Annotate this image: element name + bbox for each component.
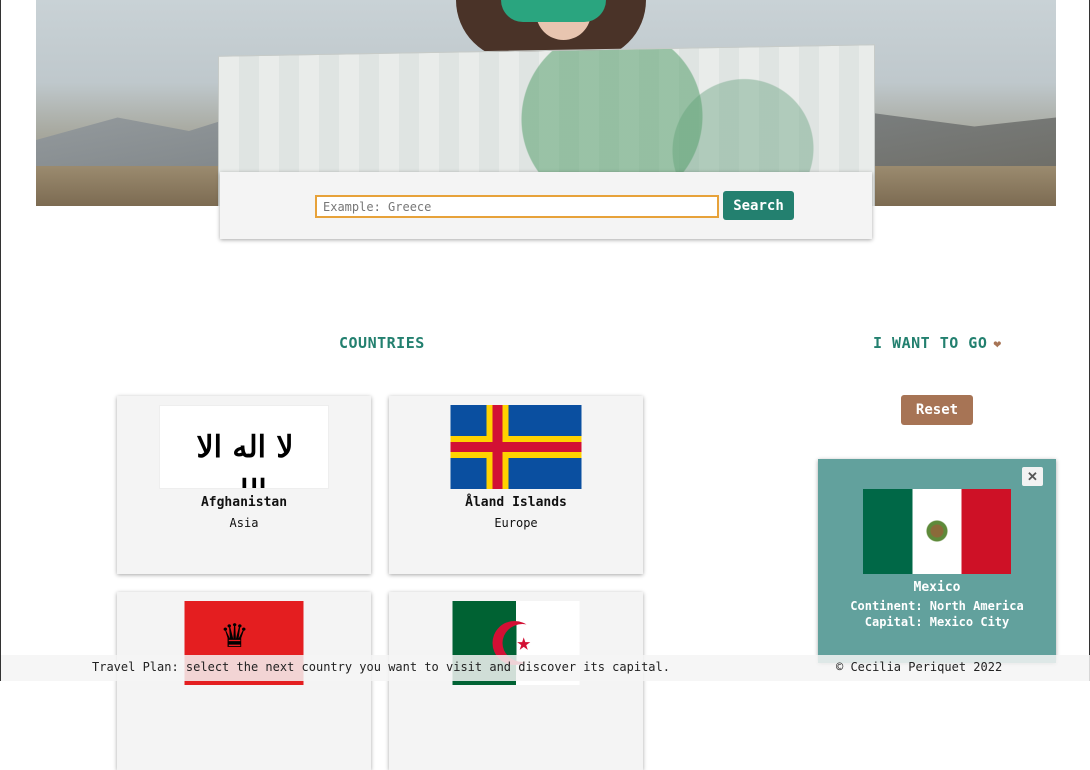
wishlist-capital: Capital: Mexico City [864,615,1010,629]
wishlist-heading: I WANT TO GO ❤ [873,334,1002,352]
flag-emblem [924,516,950,546]
country-card-aland[interactable]: Åland Islands Europe [389,396,643,574]
close-icon[interactable]: ✕ [1022,467,1043,486]
country-card-albania[interactable]: ♛ [117,592,371,770]
hero-headband [501,0,606,22]
flag-cross-red-h [450,442,582,452]
wishlist-heading-text: I WANT TO GO [873,334,988,352]
wishlist-continent: Continent: North America [850,599,1024,613]
flag-afghanistan-script: لا اله الا الله محمد رسول الله [196,430,295,488]
footer-description: Travel Plan: select the next country you… [92,660,670,674]
country-card-algeria[interactable]: ★ [389,592,643,770]
country-card-afghanistan[interactable]: لا اله الا الله محمد رسول الله Afghanist… [117,396,371,574]
search-panel: Search [220,172,872,239]
country-continent: Asia [229,516,259,530]
eagle-icon: ♛ [222,611,247,657]
wishlist-card-mexico: ✕ Mexico Continent: North America Capita… [818,459,1056,663]
footer-copyright: © Cecilia Periquet 2022 [836,660,1003,674]
footer: Travel Plan: select the next country you… [1,655,1090,681]
search-button[interactable]: Search [723,191,794,220]
search-input[interactable] [315,195,719,218]
star-icon: ★ [516,628,531,656]
countries-heading: COUNTRIES [339,334,425,352]
flag-afghanistan-icon: لا اله الا الله محمد رسول الله [159,405,329,489]
flag-aland-icon [450,405,582,489]
reset-button[interactable]: Reset [901,395,973,425]
country-name: Åland Islands [465,495,567,510]
heart-icon: ❤ [993,337,1002,352]
wishlist-country-name: Mexico [913,580,961,595]
country-continent: Europe [494,516,538,530]
country-name: Afghanistan [200,495,288,510]
flag-mexico-icon [863,489,1011,574]
